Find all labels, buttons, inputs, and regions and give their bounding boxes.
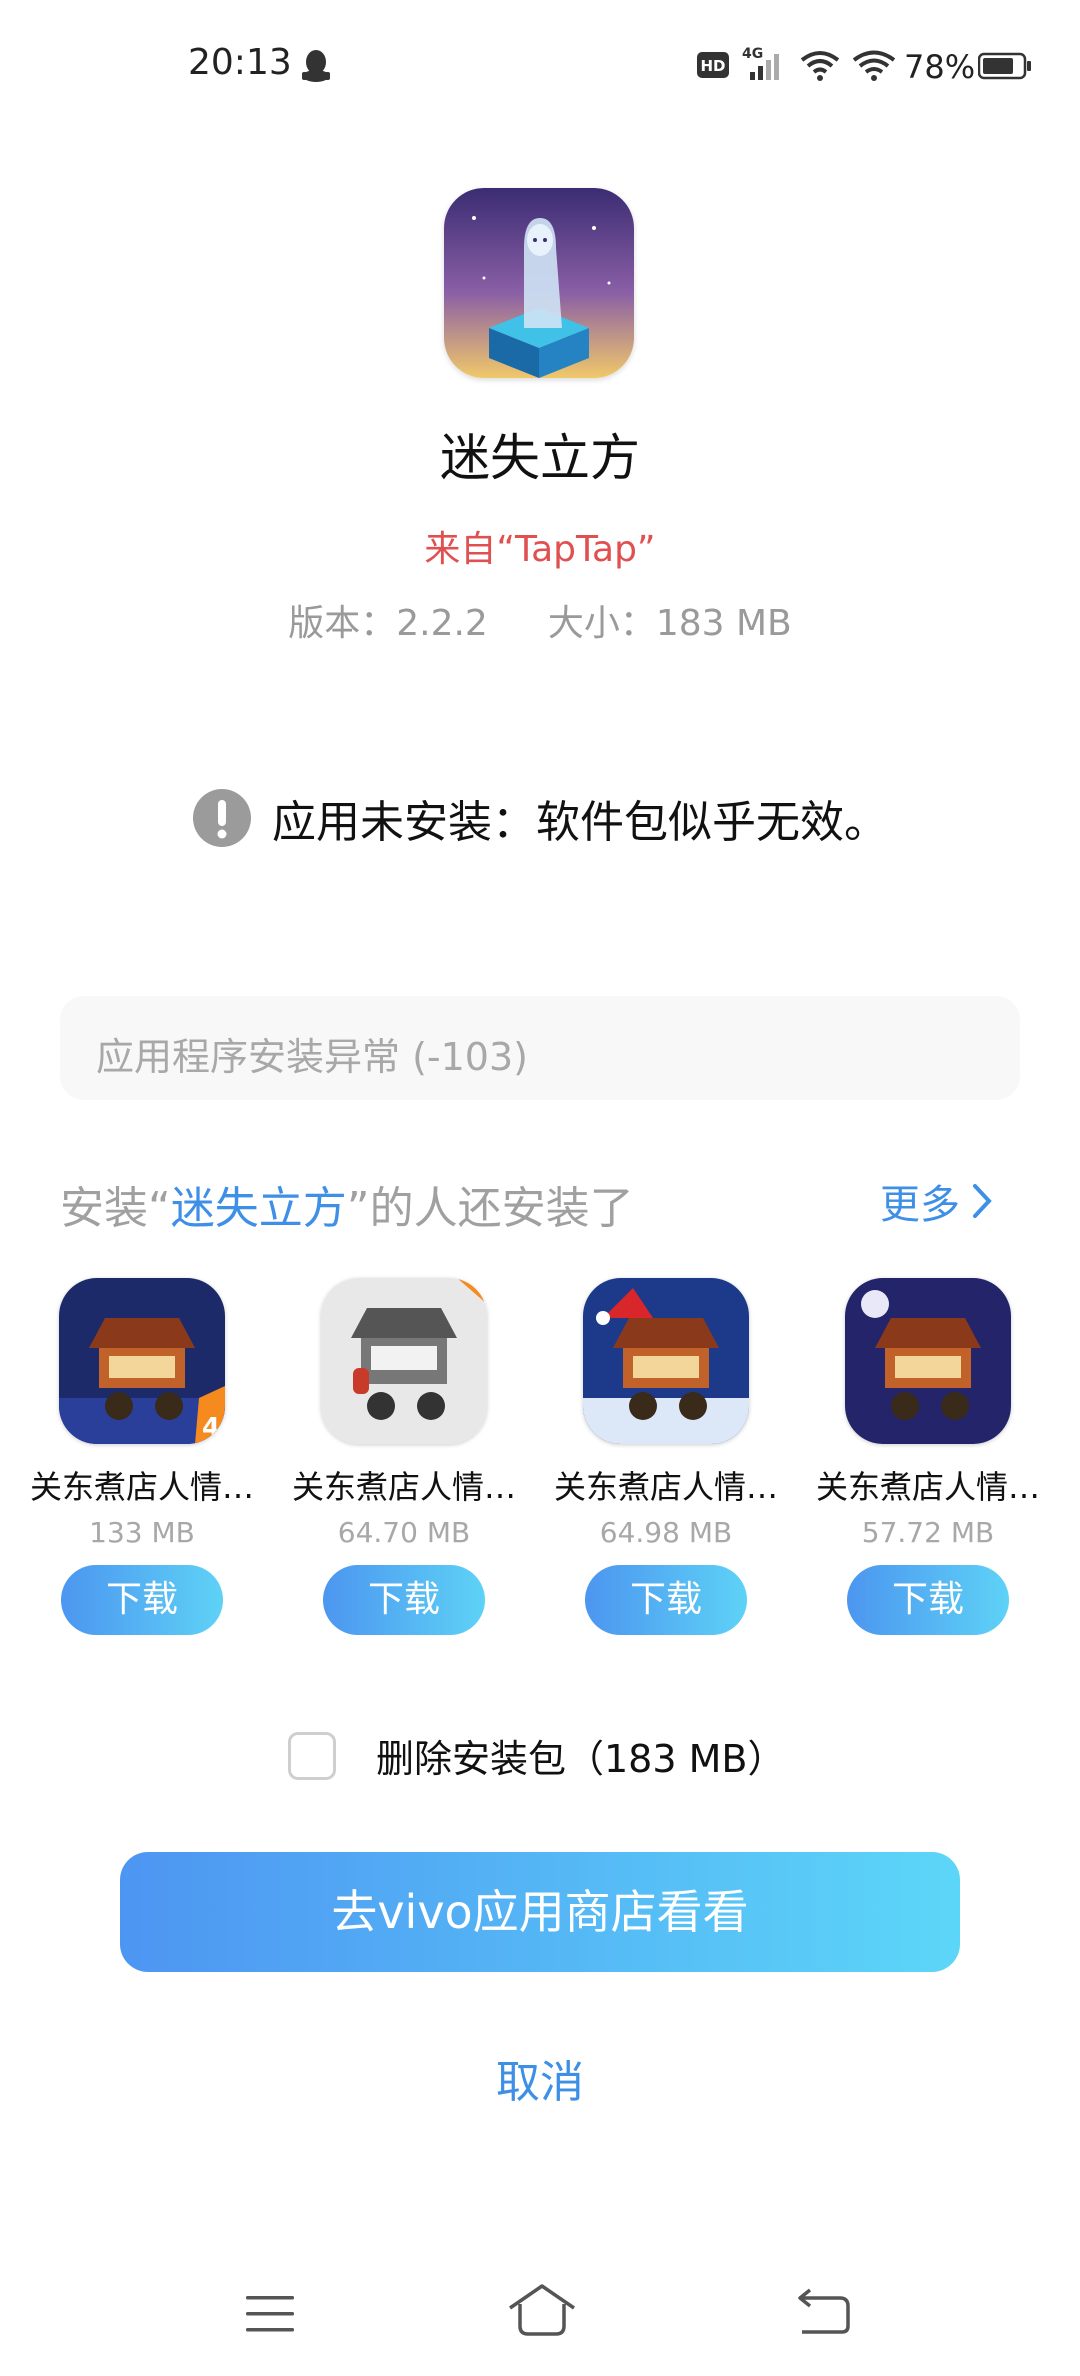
app-thumbnail-icon	[321, 1278, 487, 1444]
recommendation-item[interactable]: 关东煮店人情… 64.70 MB 下载	[272, 1278, 536, 1635]
qq-icon	[302, 50, 330, 82]
recommendation-item[interactable]: 4 关东煮店人情… 133 MB 下载	[10, 1278, 274, 1635]
svg-text:HD: HD	[700, 57, 725, 75]
app-version: 版本：2.2.2	[288, 603, 488, 644]
recommendation-item[interactable]: 关东煮店人情… 57.72 MB 下载	[796, 1278, 1060, 1635]
battery-icon	[978, 52, 1031, 80]
recommendation-size: 64.70 MB	[337, 1516, 471, 1549]
app-icon	[444, 188, 634, 378]
delete-package-label: 删除安装包（183 MB）	[376, 1737, 786, 1781]
app-meta: 版本：2.2.2 大小：183 MB	[0, 594, 1080, 646]
app-thumbnail-icon	[845, 1278, 1011, 1444]
svg-text:4: 4	[202, 1413, 220, 1443]
recommendation-size: 57.72 MB	[861, 1516, 995, 1549]
app-name: 迷失立方	[440, 429, 640, 487]
wifi-icon	[852, 50, 896, 81]
svg-text:4G: 4G	[742, 46, 763, 62]
status-bar: 20:13 HD 4G 78%	[0, 0, 1080, 130]
error-detail-box: 应用程序安装异常 (-103)	[60, 996, 1020, 1100]
recommendation-size: 133 MB	[89, 1516, 195, 1549]
back-icon[interactable]	[796, 2286, 852, 2336]
chevron-right-icon	[973, 1184, 992, 1218]
app-source: 来自“TapTap”	[424, 529, 656, 570]
recommendation-name: 关东煮店人情…	[553, 1468, 778, 1506]
hd-icon: HD	[697, 52, 729, 78]
recommendation-item[interactable]: 关东煮店人情… 64.98 MB 下载	[534, 1278, 798, 1635]
recommendation-name: 关东煮店人情…	[815, 1468, 1040, 1506]
cancel-button[interactable]: 取消	[0, 2046, 1080, 2110]
status-time: 20:13	[188, 42, 292, 83]
app-size: 大小：183 MB	[547, 603, 792, 644]
recommendation-size: 64.98 MB	[599, 1516, 733, 1549]
rec-title-prefix: 安装“	[60, 1183, 171, 1234]
vivo-store-button[interactable]: 去vivo应用商店看看	[120, 1852, 960, 1972]
recommendation-name: 关东煮店人情…	[291, 1468, 516, 1506]
rec-title-suffix: ”的人还安装了	[346, 1183, 634, 1234]
error-detail: 应用程序安装异常 (-103)	[96, 1035, 528, 1079]
download-button[interactable]: 下载	[847, 1565, 1009, 1635]
delete-package-row[interactable]: 删除安装包（183 MB）	[288, 1728, 785, 1783]
app-thumbnail-icon: 4	[59, 1278, 225, 1444]
install-result-screen: 20:13 HD 4G 78% 迷失立方 来自“TapTap” 版本：2.2.2…	[0, 0, 1080, 2376]
more-button[interactable]: 更多	[880, 1172, 992, 1230]
exclamation-icon	[193, 789, 251, 847]
signal-4g-icon: 4G	[742, 46, 779, 80]
delete-package-checkbox[interactable]	[288, 1731, 336, 1780]
home-icon[interactable]	[506, 2282, 578, 2338]
recommendations-title: 安装“迷失立方”的人还安装了	[60, 1172, 634, 1236]
rec-title-app: 迷失立方	[170, 1183, 347, 1234]
error-message: 应用未安装：软件包似乎无效。	[272, 797, 888, 848]
wifi-icon	[800, 51, 840, 81]
recommendation-name: 关东煮店人情…	[29, 1468, 254, 1506]
download-button[interactable]: 下载	[61, 1565, 223, 1635]
download-button[interactable]: 下载	[585, 1565, 747, 1635]
app-thumbnail-icon	[583, 1278, 749, 1444]
more-label: 更多	[880, 1182, 960, 1228]
recommendation-list: 4 关东煮店人情… 133 MB 下载 关东煮店人情… 64.70 MB 下载 …	[0, 1278, 1080, 1658]
download-button[interactable]: 下载	[323, 1565, 485, 1635]
menu-icon[interactable]	[244, 2294, 296, 2334]
battery-percent: 78%	[904, 48, 976, 86]
error-message-row: 应用未安装：软件包似乎无效。	[0, 786, 1080, 850]
